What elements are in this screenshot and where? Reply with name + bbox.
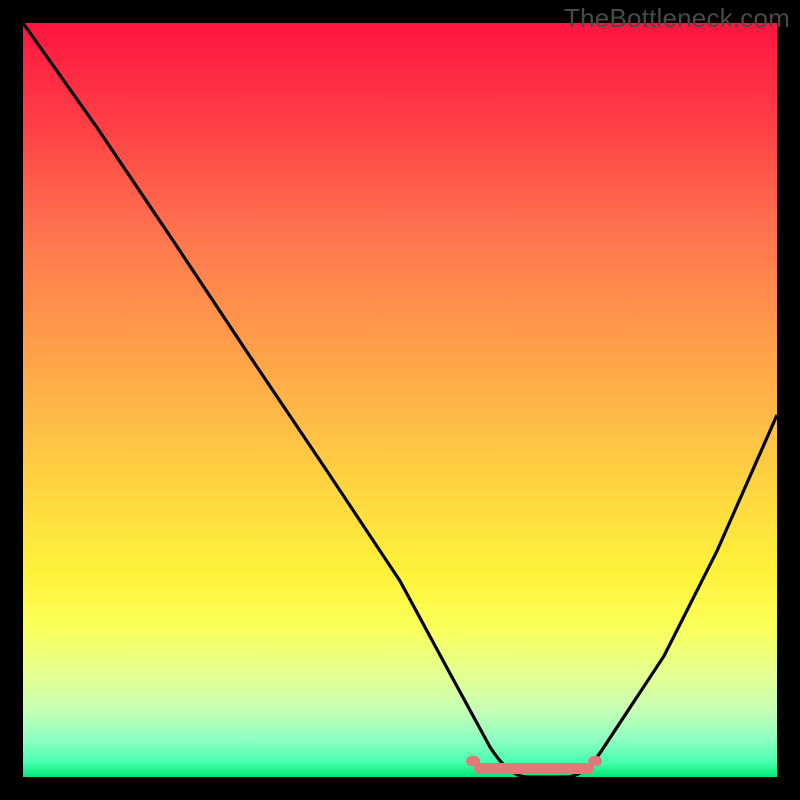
curve-path [23,23,777,777]
bottleneck-curve [23,23,777,777]
watermark-text: TheBottleneck.com [564,3,790,34]
optimal-range-marker-left-tip [466,756,480,766]
optimal-range-marker-right-tip [588,756,602,766]
chart-frame: TheBottleneck.com [0,0,800,800]
optimal-range-marker [474,763,594,774]
plot-area [23,23,777,777]
